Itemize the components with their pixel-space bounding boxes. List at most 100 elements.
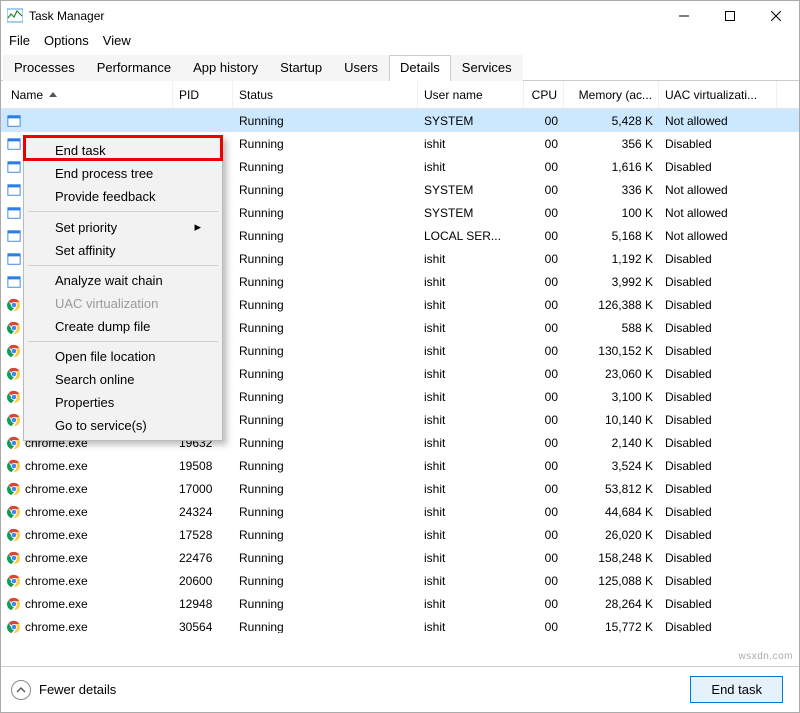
table-row[interactable]: chrome.exe30564Runningishit0015,772 KDis… bbox=[1, 615, 799, 633]
process-memory: 23,060 K bbox=[564, 367, 659, 381]
process-user: LOCAL SER... bbox=[418, 229, 524, 243]
tab-performance[interactable]: Performance bbox=[86, 55, 182, 81]
end-task-button[interactable]: End task bbox=[690, 676, 783, 703]
col-header-status[interactable]: Status bbox=[233, 81, 418, 108]
menu-view[interactable]: View bbox=[103, 33, 131, 48]
process-user: ishit bbox=[418, 390, 524, 404]
process-memory: 26,020 K bbox=[564, 528, 659, 542]
process-uac: Disabled bbox=[659, 436, 777, 450]
process-pid: 19508 bbox=[173, 459, 233, 473]
col-header-name[interactable]: Name bbox=[1, 81, 173, 108]
process-user: ishit bbox=[418, 551, 524, 565]
process-user: ishit bbox=[418, 252, 524, 266]
process-user: ishit bbox=[418, 298, 524, 312]
minimize-button[interactable] bbox=[661, 1, 707, 31]
process-cpu: 00 bbox=[524, 620, 564, 634]
tab-app-history[interactable]: App history bbox=[182, 55, 269, 81]
ctx-search-online[interactable]: Search online bbox=[27, 368, 219, 391]
process-memory: 126,388 K bbox=[564, 298, 659, 312]
table-row[interactable]: chrome.exe22476Runningishit00158,248 KDi… bbox=[1, 546, 799, 569]
process-uac: Disabled bbox=[659, 390, 777, 404]
ctx-set-priority[interactable]: Set priority▸ bbox=[27, 215, 219, 239]
process-pid: 17528 bbox=[173, 528, 233, 542]
process-memory: 15,772 K bbox=[564, 620, 659, 634]
ctx-end-task[interactable]: End task bbox=[27, 139, 219, 162]
maximize-button[interactable] bbox=[707, 1, 753, 31]
process-cpu: 00 bbox=[524, 275, 564, 289]
ctx-analyze-wait-chain[interactable]: Analyze wait chain bbox=[27, 269, 219, 292]
ctx-properties[interactable]: Properties bbox=[27, 391, 219, 414]
ctx-set-affinity[interactable]: Set affinity bbox=[27, 239, 219, 262]
col-header-uac[interactable]: UAC virtualizati... bbox=[659, 81, 777, 108]
tab-processes[interactable]: Processes bbox=[3, 55, 86, 81]
menubar: File Options View bbox=[1, 31, 799, 54]
menu-options[interactable]: Options bbox=[44, 33, 89, 48]
process-user: ishit bbox=[418, 160, 524, 174]
table-row[interactable]: chrome.exe20600Runningishit00125,088 KDi… bbox=[1, 569, 799, 592]
process-status: Running bbox=[233, 206, 418, 220]
process-memory: 28,264 K bbox=[564, 597, 659, 611]
process-cpu: 00 bbox=[524, 160, 564, 174]
ctx-end-process-tree[interactable]: End process tree bbox=[27, 162, 219, 185]
process-user: ishit bbox=[418, 321, 524, 335]
process-memory: 1,616 K bbox=[564, 160, 659, 174]
tab-users[interactable]: Users bbox=[333, 55, 389, 81]
process-cpu: 00 bbox=[524, 298, 564, 312]
close-button[interactable] bbox=[753, 1, 799, 31]
process-status: Running bbox=[233, 574, 418, 588]
process-uac: Not allowed bbox=[659, 229, 777, 243]
ctx-provide-feedback[interactable]: Provide feedback bbox=[27, 185, 219, 208]
process-user: ishit bbox=[418, 413, 524, 427]
process-uac: Disabled bbox=[659, 367, 777, 381]
process-uac: Disabled bbox=[659, 344, 777, 358]
process-uac: Not allowed bbox=[659, 206, 777, 220]
ctx-open-file-location[interactable]: Open file location bbox=[27, 345, 219, 368]
col-header-pid[interactable]: PID bbox=[173, 81, 233, 108]
process-cpu: 00 bbox=[524, 459, 564, 473]
chevron-right-icon: ▸ bbox=[194, 219, 201, 235]
process-cpu: 00 bbox=[524, 137, 564, 151]
process-user: ishit bbox=[418, 275, 524, 289]
table-row[interactable]: chrome.exe19508Runningishit003,524 KDisa… bbox=[1, 454, 799, 477]
process-cpu: 00 bbox=[524, 206, 564, 220]
process-name: chrome.exe bbox=[25, 551, 88, 565]
process-memory: 5,168 K bbox=[564, 229, 659, 243]
process-uac: Disabled bbox=[659, 528, 777, 542]
process-pid: 12948 bbox=[173, 597, 233, 611]
fewer-details-toggle[interactable]: Fewer details bbox=[11, 680, 116, 700]
tab-details[interactable]: Details bbox=[389, 55, 451, 81]
process-memory: 3,100 K bbox=[564, 390, 659, 404]
process-status: Running bbox=[233, 390, 418, 404]
footer: Fewer details End task bbox=[1, 666, 799, 712]
menu-file[interactable]: File bbox=[9, 33, 30, 48]
table-row[interactable]: chrome.exe17000Runningishit0053,812 KDis… bbox=[1, 477, 799, 500]
col-header-memory[interactable]: Memory (ac... bbox=[564, 81, 659, 108]
process-memory: 44,684 K bbox=[564, 505, 659, 519]
process-uac: Disabled bbox=[659, 597, 777, 611]
process-user: ishit bbox=[418, 597, 524, 611]
process-uac: Disabled bbox=[659, 505, 777, 519]
process-uac: Disabled bbox=[659, 160, 777, 174]
ctx-create-dump[interactable]: Create dump file bbox=[27, 315, 219, 338]
process-name: chrome.exe bbox=[25, 482, 88, 496]
process-name: chrome.exe bbox=[25, 574, 88, 588]
process-uac: Disabled bbox=[659, 252, 777, 266]
table-row[interactable]: RunningSYSTEM005,428 KNot allowed bbox=[1, 109, 799, 132]
tab-startup[interactable]: Startup bbox=[269, 55, 333, 81]
table-row[interactable]: chrome.exe12948Runningishit0028,264 KDis… bbox=[1, 592, 799, 615]
process-name: chrome.exe bbox=[25, 459, 88, 473]
ctx-go-to-services[interactable]: Go to service(s) bbox=[27, 414, 219, 437]
process-cpu: 00 bbox=[524, 252, 564, 266]
tab-services[interactable]: Services bbox=[451, 55, 523, 81]
process-status: Running bbox=[233, 436, 418, 450]
process-cpu: 00 bbox=[524, 321, 564, 335]
col-header-user[interactable]: User name bbox=[418, 81, 524, 108]
table-row[interactable]: chrome.exe17528Runningishit0026,020 KDis… bbox=[1, 523, 799, 546]
process-status: Running bbox=[233, 367, 418, 381]
col-header-cpu[interactable]: CPU bbox=[524, 81, 564, 108]
table-row[interactable]: chrome.exe24324Runningishit0044,684 KDis… bbox=[1, 500, 799, 523]
process-memory: 3,992 K bbox=[564, 275, 659, 289]
process-memory: 2,140 K bbox=[564, 436, 659, 450]
fewer-details-label: Fewer details bbox=[39, 682, 116, 697]
process-user: SYSTEM bbox=[418, 206, 524, 220]
